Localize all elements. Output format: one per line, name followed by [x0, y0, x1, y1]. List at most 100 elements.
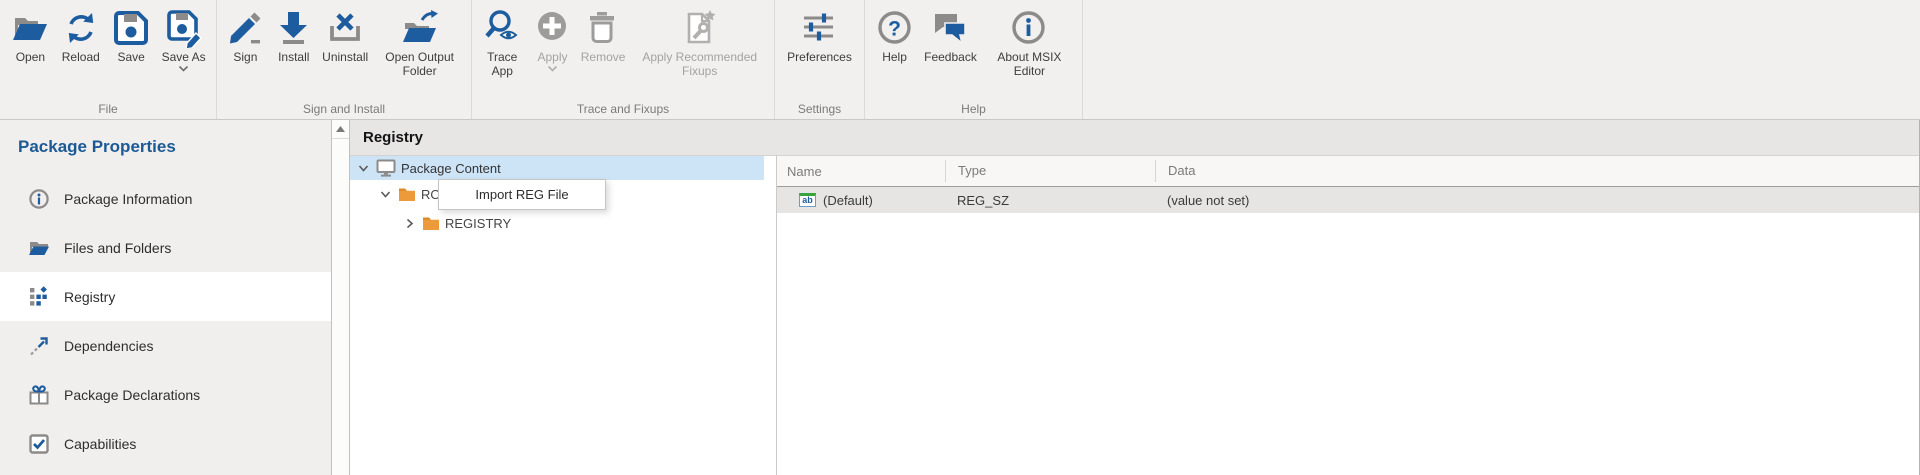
install-button[interactable]: Install	[272, 8, 316, 64]
feedback-bubble-icon	[930, 8, 970, 48]
tree-row-package-content[interactable]: Package Content	[350, 156, 764, 180]
sidebar-item-label: Capabilities	[64, 436, 136, 452]
sidebar-item-registry[interactable]: Registry	[0, 272, 331, 321]
folder-icon	[422, 216, 440, 231]
sidebar-title: Package Properties	[0, 120, 331, 157]
sidebar-items: Package Information Files and Folders Re…	[0, 174, 331, 468]
help-button[interactable]: ? Help	[873, 8, 917, 64]
table-header: Name Type Data	[777, 156, 1919, 187]
info-circle-icon	[28, 188, 50, 210]
trace-app-label: Trace App	[480, 50, 524, 78]
apply-dropdown-chevron-icon	[547, 65, 558, 72]
apply-label: Apply	[537, 50, 567, 64]
trace-magnifier-eye-icon	[482, 8, 522, 48]
folder-icon	[398, 187, 416, 202]
chevron-down-icon[interactable]	[356, 161, 371, 176]
registry-tree-pane: Package Content ROOT	[350, 156, 776, 475]
ribbon-group-help: ? Help Feedback About MSIX Editor Help	[865, 0, 1083, 119]
remove-button[interactable]: Remove	[579, 8, 628, 64]
table-row[interactable]: ab (Default) REG_SZ (value not set)	[777, 187, 1919, 213]
sidebar: Package Properties Package Information F…	[0, 120, 331, 475]
ribbon-group-settings: Preferences Settings	[775, 0, 865, 119]
folder-icon	[28, 237, 50, 259]
trace-app-button[interactable]: Trace App	[478, 8, 526, 78]
open-button[interactable]: Open	[8, 8, 52, 64]
sign-pencil-icon	[225, 8, 265, 48]
preferences-button[interactable]: Preferences	[785, 8, 854, 64]
apply-button[interactable]: Apply	[531, 8, 575, 72]
sidebar-item-label: Package Information	[64, 191, 192, 207]
save-label: Save	[117, 50, 144, 64]
content-header: Registry	[350, 120, 1919, 156]
sign-button[interactable]: Sign	[223, 8, 267, 64]
preferences-sliders-icon	[799, 8, 839, 48]
scrollbar-up-button[interactable]	[332, 120, 349, 139]
feedback-label: Feedback	[924, 50, 977, 64]
save-as-label: Save As	[162, 50, 206, 64]
sidebar-item-dependencies[interactable]: Dependencies	[0, 321, 331, 370]
main-content: Registry Package Content	[350, 120, 1920, 475]
sidebar-scrollbar[interactable]	[331, 120, 350, 475]
reload-button[interactable]: Reload	[59, 8, 103, 64]
recommended-fixups-wrench-icon	[680, 8, 720, 48]
apply-plus-circle-icon	[533, 8, 573, 48]
tree-node-label: Package Content	[401, 161, 501, 176]
tree-row-registry[interactable]: REGISTRY	[350, 209, 776, 238]
reg-sz-string-icon: ab	[799, 193, 816, 207]
menu-item-import-reg-file[interactable]: Import REG File	[439, 180, 605, 209]
remove-trash-icon	[583, 8, 623, 48]
reload-icon	[61, 8, 101, 48]
chevron-right-icon[interactable]	[402, 216, 417, 231]
save-icon	[111, 8, 151, 48]
open-icon	[10, 8, 50, 48]
sidebar-item-label: Registry	[64, 289, 115, 305]
sidebar-item-capabilities[interactable]: Capabilities	[0, 419, 331, 468]
sidebar-item-label: Package Declarations	[64, 387, 200, 403]
reload-label: Reload	[62, 50, 100, 64]
tree-node-label: REGISTRY	[445, 216, 511, 231]
value-name-cell: ab (Default)	[777, 193, 945, 208]
sidebar-item-label: Dependencies	[64, 338, 154, 354]
sidebar-item-package-declarations[interactable]: Package Declarations	[0, 370, 331, 419]
uninstall-x-icon	[325, 8, 365, 48]
group-label-help: Help	[865, 102, 1082, 116]
apply-recommended-fixups-button[interactable]: Apply Recommended Fixups	[632, 8, 768, 78]
column-header-data[interactable]: Data	[1155, 160, 1919, 182]
svg-text:?: ?	[888, 18, 901, 41]
uninstall-button[interactable]: Uninstall	[320, 8, 370, 64]
value-data-cell: (value not set)	[1155, 193, 1919, 208]
feedback-button[interactable]: Feedback	[922, 8, 979, 64]
open-label: Open	[16, 50, 45, 64]
group-label-file: File	[0, 102, 216, 116]
context-menu: Import REG File	[438, 179, 606, 210]
chevron-down-icon[interactable]	[378, 187, 393, 202]
main-body: Package Content ROOT	[350, 156, 1919, 475]
monitor-icon	[376, 159, 396, 177]
sidebar-item-files-and-folders[interactable]: Files and Folders	[0, 223, 331, 272]
ribbon-group-trace-and-fixups: Trace App Apply Remove	[472, 0, 775, 119]
registry-blocks-icon	[28, 286, 50, 308]
save-as-dropdown-chevron-icon[interactable]	[178, 65, 189, 72]
ribbon-group-sign-and-install: Sign Install Uninstall Open Output Fol	[217, 0, 472, 119]
help-question-icon: ?	[875, 8, 915, 48]
about-msix-editor-button[interactable]: About MSIX Editor	[984, 8, 1074, 78]
column-header-name[interactable]: Name	[777, 164, 945, 179]
install-arrow-icon	[274, 8, 314, 48]
sidebar-item-label: Files and Folders	[64, 240, 171, 256]
sidebar-item-package-information[interactable]: Package Information	[0, 174, 331, 223]
checkbox-check-icon	[28, 433, 50, 455]
preferences-label: Preferences	[787, 50, 852, 64]
ribbon-filler	[1083, 0, 1920, 119]
sign-label: Sign	[233, 50, 257, 64]
save-as-icon	[164, 8, 204, 48]
open-output-folder-button[interactable]: Open Output Folder	[375, 8, 465, 78]
page-title: Registry	[363, 129, 423, 146]
apply-recommended-fixups-label: Apply Recommended Fixups	[634, 50, 766, 78]
column-header-type[interactable]: Type	[945, 160, 1155, 182]
menu-item-label: Import REG File	[475, 187, 568, 202]
value-type-cell: REG_SZ	[945, 193, 1155, 208]
save-button[interactable]: Save	[109, 8, 153, 64]
save-as-button[interactable]: Save As	[160, 8, 208, 72]
open-output-folder-label: Open Output Folder	[377, 50, 463, 78]
group-label-sign-and-install: Sign and Install	[217, 102, 471, 116]
